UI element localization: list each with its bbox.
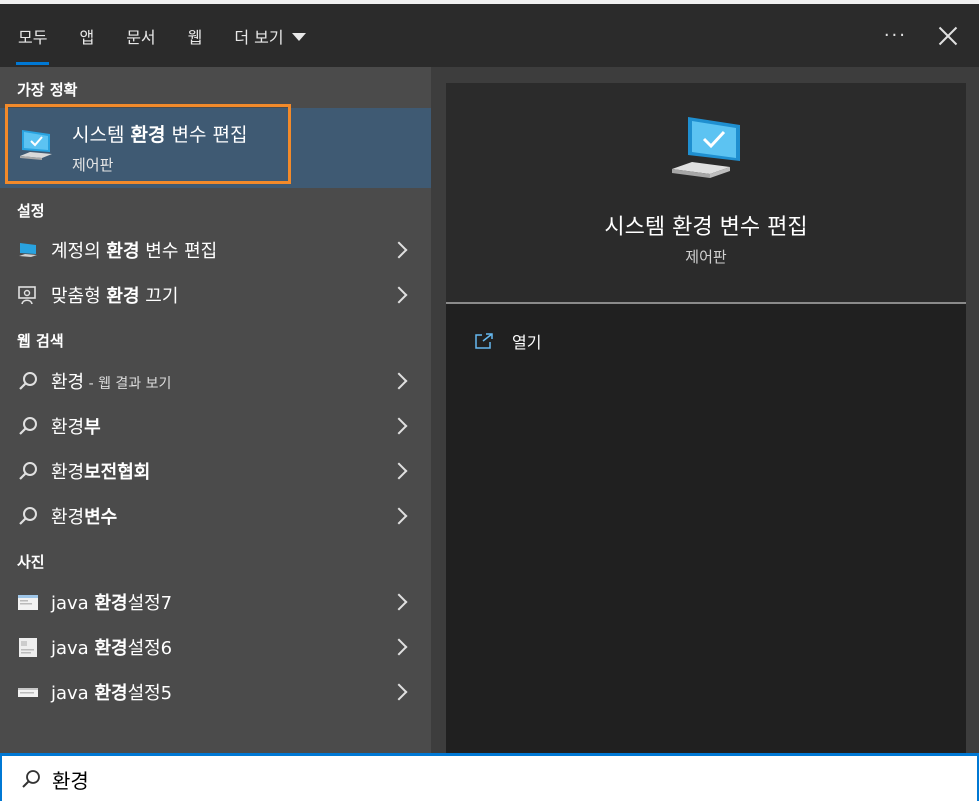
web-item-3[interactable]: 환경보전협회 — [0, 449, 431, 493]
row-label: 맞춤형 환경 끄기 — [51, 282, 178, 308]
tab-label: 웹 — [187, 27, 203, 47]
search-icon — [22, 770, 40, 788]
text-part-match: 환경 — [106, 286, 140, 307]
highlight-outline — [5, 104, 291, 184]
settings-item-personalized-env[interactable]: 맞춤형 환경 끄기 — [0, 273, 431, 317]
detail-title: 시스템 환경 변수 편집 — [604, 215, 808, 240]
search-icon — [19, 507, 37, 525]
row-label: java 환경설정6 — [51, 634, 172, 660]
text-part: 환경 — [51, 507, 85, 528]
row-label: 계정의 환경 변수 편집 — [51, 237, 217, 263]
row-label: 환경보전협회 — [51, 458, 150, 484]
results-panel: 가장 정확 시스템 환경 변수 편집 제어판 설정 계정의 환경 변수 편집 맞… — [0, 67, 431, 753]
search-window: 모두 앱 문서 웹 더 보기 ··· 가장 정확 시스템 환경 변수 편집 제어… — [0, 0, 979, 801]
web-item-1[interactable]: 환경 - 웹 결과 보기 — [0, 359, 431, 403]
text-part-completion: 보전협회 — [84, 462, 151, 483]
photo-item-1[interactable]: java 환경설정7 — [0, 580, 431, 624]
header-actions: ··· — [884, 4, 959, 67]
text-part: 환경 — [51, 417, 85, 438]
monitor-check-icon — [672, 117, 740, 178]
text-part: 환경 — [51, 462, 85, 483]
text-part-match: 환경 — [106, 241, 140, 262]
chevron-right-icon — [390, 593, 408, 611]
text-part: 끄기 — [139, 286, 179, 307]
filter-tabs: 모두 앱 문서 웹 더 보기 — [15, 4, 338, 67]
tab-more[interactable]: 더 보기 — [234, 4, 306, 67]
chevron-right-icon — [390, 462, 408, 480]
search-bar — [0, 753, 979, 801]
section-title-best-match: 가장 정확 — [17, 81, 78, 99]
search-input[interactable] — [52, 762, 932, 796]
web-item-2[interactable]: 환경부 — [0, 404, 431, 448]
tab-documents[interactable]: 문서 — [126, 4, 155, 67]
text-part-match: 환경 — [94, 683, 128, 704]
image-thumbnail-icon — [18, 688, 38, 697]
open-action-label: 열기 — [512, 333, 542, 352]
web-item-4[interactable]: 환경변수 — [0, 494, 431, 538]
chevron-right-icon — [390, 372, 408, 390]
row-label: java 환경설정5 — [51, 679, 172, 705]
section-title-web-search: 웹 검색 — [17, 332, 64, 350]
text-part-match: 환경 — [94, 593, 128, 614]
tab-label: 앱 — [79, 27, 95, 47]
detail-panel: 시스템 환경 변수 편집 제어판 열기 — [446, 83, 966, 753]
text-part: 맞춤형 — [51, 286, 107, 307]
text-part: 계정의 — [51, 241, 107, 262]
search-icon — [19, 417, 37, 435]
chevron-right-icon — [390, 507, 408, 525]
row-label: java 환경설정7 — [51, 589, 172, 615]
tab-all[interactable]: 모두 — [15, 4, 50, 67]
text-part-match: 환경 — [94, 638, 128, 659]
section-title-settings: 설정 — [17, 202, 45, 220]
tab-apps[interactable]: 앱 — [79, 4, 94, 67]
row-label: 환경부 — [51, 413, 101, 439]
text-part-completion: 변수 — [84, 507, 118, 528]
divider — [446, 302, 966, 304]
more-options-button[interactable]: ··· — [884, 25, 907, 46]
detail-subtitle: 제어판 — [685, 248, 727, 266]
text-part: 환경 — [51, 372, 85, 393]
search-header: 모두 앱 문서 웹 더 보기 ··· — [0, 4, 979, 67]
monitor-icon — [19, 243, 37, 257]
text-part-completion: 부 — [84, 417, 101, 438]
tab-label: 문서 — [126, 27, 156, 47]
open-icon — [475, 333, 493, 349]
row-label: 환경 - 웹 결과 보기 — [51, 368, 171, 394]
text-part: 설정7 — [127, 593, 173, 614]
section-title-photos: 사진 — [17, 553, 45, 571]
text-part: 설정5 — [127, 683, 173, 704]
text-part: java — [51, 638, 95, 659]
chevron-right-icon — [390, 286, 408, 304]
close-icon[interactable] — [937, 25, 959, 47]
search-icon — [19, 372, 37, 390]
tab-web[interactable]: 웹 — [188, 4, 203, 67]
search-icon — [19, 462, 37, 480]
web-result-hint: - 웹 결과 보기 — [84, 376, 172, 392]
text-part: 변수 편집 — [139, 241, 218, 262]
chevron-right-icon — [390, 638, 408, 656]
detail-header: 시스템 환경 변수 편집 제어판 — [446, 83, 966, 303]
settings-item-account-env[interactable]: 계정의 환경 변수 편집 — [0, 228, 431, 272]
text-part: java — [51, 593, 95, 614]
feedback-icon — [18, 286, 36, 305]
text-part: 설정6 — [127, 638, 173, 659]
image-thumbnail-icon — [18, 595, 38, 610]
row-label: 환경변수 — [51, 503, 117, 529]
open-action[interactable]: 열기 — [474, 329, 541, 353]
tab-label: 모두 — [18, 27, 48, 47]
text-part: java — [51, 683, 95, 704]
caret-down-icon — [291, 32, 306, 41]
tab-label: 더 보기 — [234, 27, 284, 47]
photo-item-3[interactable]: java 환경설정5 — [0, 670, 431, 714]
image-thumbnail-icon — [19, 638, 37, 657]
chevron-right-icon — [390, 683, 408, 701]
photo-item-2[interactable]: java 환경설정6 — [0, 625, 431, 669]
chevron-right-icon — [390, 241, 408, 259]
chevron-right-icon — [390, 417, 408, 435]
